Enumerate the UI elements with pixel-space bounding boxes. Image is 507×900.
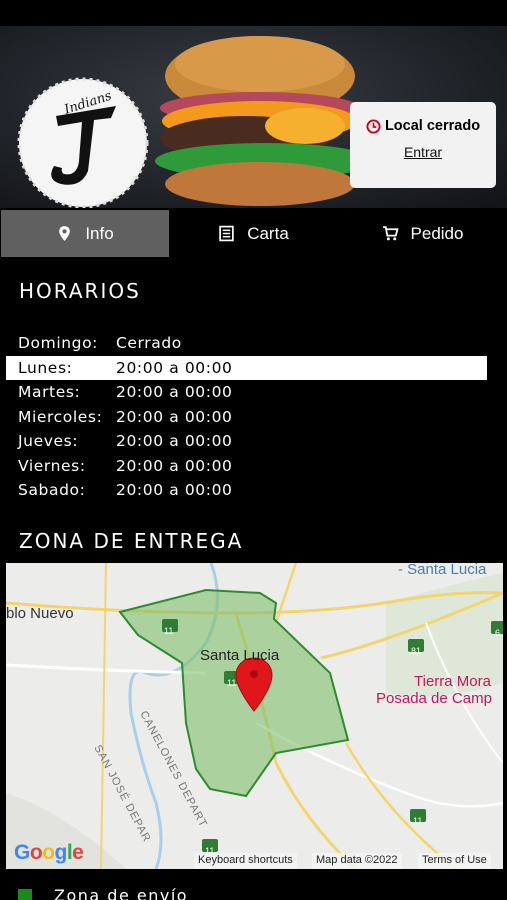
cart-icon [382,226,399,241]
hours-row: Jueves: 20:00 a 00:00 [6,429,487,454]
legend-swatch [18,888,32,900]
terms-link[interactable]: Terms of Use [418,853,491,869]
enter-link[interactable]: Entrar [404,144,442,160]
clock-icon [366,118,381,134]
map-pin-icon [59,226,71,241]
route-badge: 81 [411,646,422,656]
day-label: Martes: [18,383,81,402]
day-label: Sabado: [18,481,86,500]
hours-value: 20:00 a 00:00 [116,407,233,426]
tab-label: Info [85,223,114,243]
day-label: Lunes: [18,358,73,377]
hours-value: 20:00 a 00:00 [116,432,233,451]
hours-row: Miercoles: 20:00 a 00:00 [6,405,487,430]
google-logo: Google [14,841,84,864]
map-data-text: Map data ©2022 [312,853,402,869]
day-label: Domingo: [18,334,98,353]
tab-bar: Info Carta Pedido [0,210,507,257]
route-badge: 11 [164,626,174,636]
map-label-pueblo-nuevo: blo Nuevo [6,605,74,622]
store-status-text: Local cerrado [384,118,481,134]
hours-row: Viernes: 20:00 a 00:00 [6,454,487,479]
day-label: Viernes: [18,456,86,475]
tab-label: Carta [247,223,289,243]
hours-title: HORARIOS [19,279,141,303]
route-badge: 6 [495,628,501,638]
map-label-santa-lucia-river: - Santa Lucia [398,563,487,578]
day-label: Miercoles: [18,407,103,426]
tab-label: Pedido [410,223,464,243]
hours-row: Martes: 20:00 a 00:00 [6,380,487,405]
hours-value: Cerrado [116,334,182,353]
delivery-title: ZONA DE ENTREGA [19,529,244,553]
brand-logo: Indians [17,77,149,208]
delivery-map[interactable]: 11 11 81 6 11 11 - Santa Lucia blo Nuevo… [6,563,503,869]
tab-info[interactable]: Info [1,210,169,257]
hours-row: Domingo: Cerrado [6,331,487,356]
map-base [6,563,503,869]
menu-list-icon [219,225,234,242]
store-status-card: Local cerrado Entrar [350,102,496,188]
keyboard-shortcuts-link[interactable]: Keyboard shortcuts [194,853,297,869]
hours-value: 20:00 a 00:00 [116,358,233,377]
hours-row: Sabado: 20:00 a 00:00 [6,478,487,503]
tab-pedido[interactable]: Pedido [338,210,507,257]
day-label: Jueves: [18,432,79,451]
map-label-posada: Posada de Camp [376,690,492,707]
route-badge: 11 [227,678,237,688]
hours-value: 20:00 a 00:00 [116,383,233,402]
map-legend: Zona de envío [18,886,188,900]
map-label-tierra-mora: Tierra Mora [414,673,491,690]
legend-label: Zona de envío [54,886,189,900]
hours-value: 20:00 a 00:00 [116,481,233,500]
hours-row: Lunes: 20:00 a 00:00 [6,355,487,380]
map-label-santa-lucia: Santa Lucia [200,647,280,664]
hours-value: 20:00 a 00:00 [116,456,233,475]
route-badge: 11 [413,816,423,826]
hours-table: Domingo: Cerrado Lunes: 20:00 a 00:00 Ma… [6,331,487,503]
tab-carta[interactable]: Carta [169,210,338,257]
header-banner: Indians Local cerrado Entrar [0,26,507,208]
